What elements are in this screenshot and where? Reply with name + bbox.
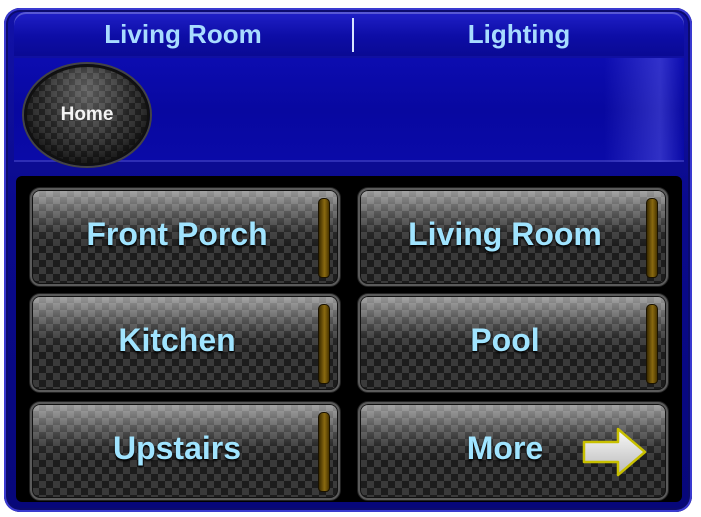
living-room-button[interactable]: Living Room [358, 188, 668, 286]
button-label: Kitchen [118, 322, 236, 358]
status-indicator [646, 198, 658, 278]
category-title: Lighting [467, 19, 571, 49]
status-indicator [318, 412, 330, 492]
front-porch-button[interactable]: Front Porch [30, 188, 340, 286]
right-arrow-icon [582, 427, 647, 477]
home-button[interactable]: Home [24, 64, 150, 166]
button-label: Upstairs [112, 430, 242, 466]
button-label: Front Porch [86, 216, 268, 252]
kitchen-button[interactable]: Kitchen [30, 294, 340, 392]
lighting-button-grid: Front Porch Living Room Kitchen Pool Ups… [16, 176, 682, 502]
status-indicator [646, 304, 658, 384]
pool-button[interactable]: Pool [358, 294, 668, 392]
status-indicator [318, 198, 330, 278]
button-label: Pool [470, 322, 540, 358]
button-label: Living Room [408, 216, 602, 252]
room-title: Living Room [104, 19, 262, 49]
more-button[interactable]: More [358, 402, 668, 500]
home-button-label: Home [60, 104, 114, 125]
status-indicator [318, 304, 330, 384]
title-bar: Living Room Lighting [14, 12, 684, 56]
upstairs-button[interactable]: Upstairs [30, 402, 340, 500]
